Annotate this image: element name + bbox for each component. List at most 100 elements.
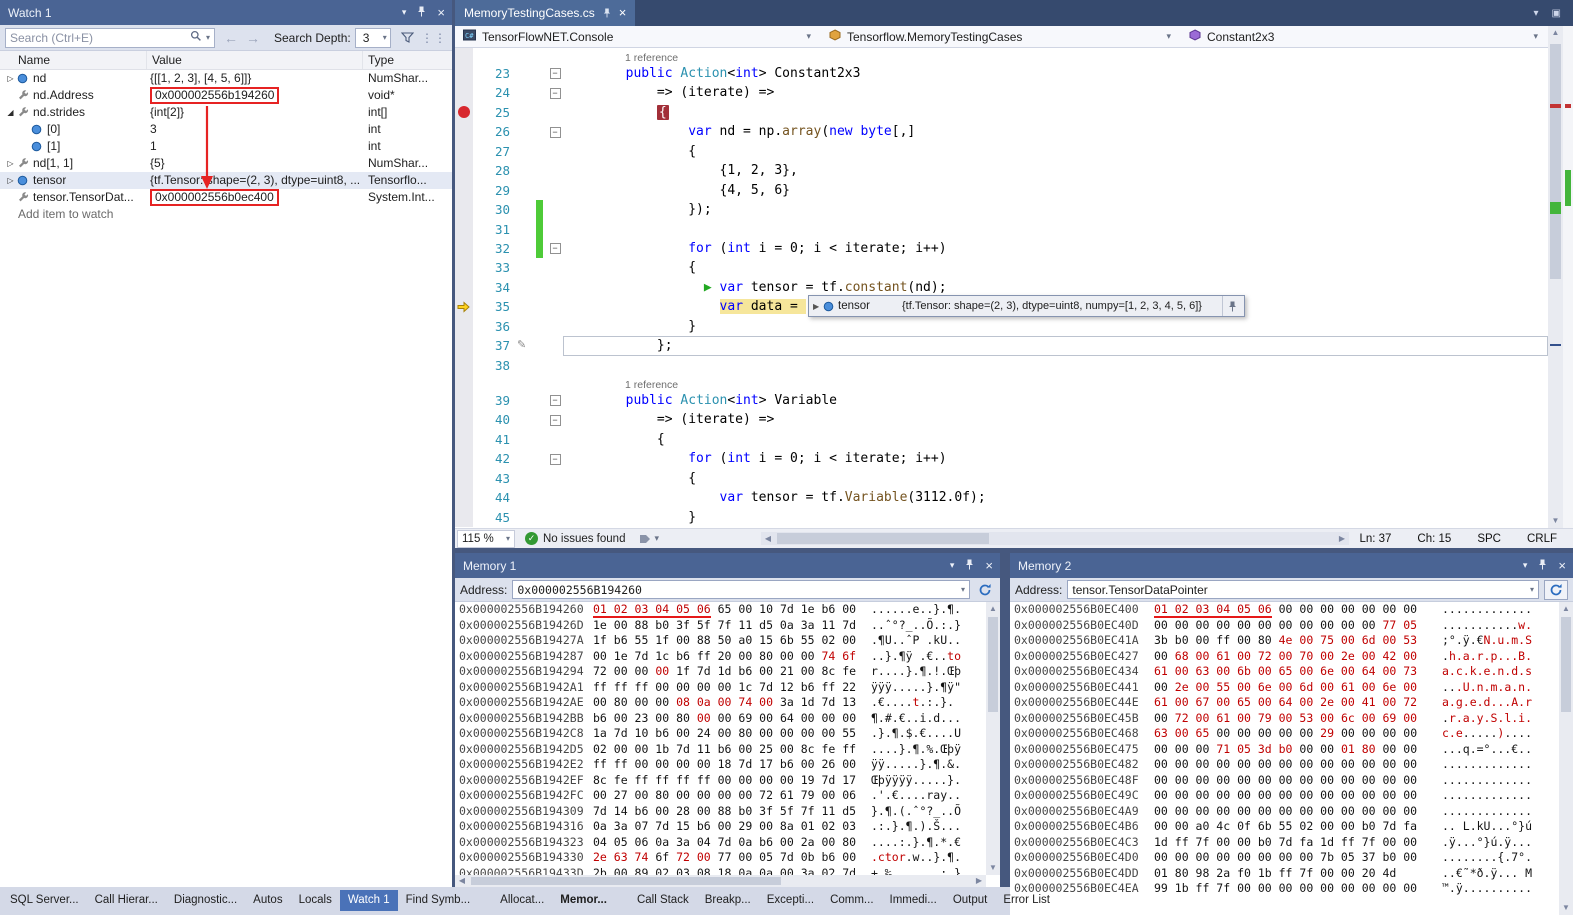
fold-collapse-button[interactable]: −: [550, 243, 561, 254]
breakpoint-margin[interactable]: [455, 356, 473, 375]
taskbar-tab[interactable]: Memor...: [552, 890, 615, 911]
watch-value-cell[interactable]: 0x000002556b0ec400: [147, 189, 363, 206]
breakpoint-margin[interactable]: [455, 430, 473, 449]
memory-row[interactable]: 0x000002556B0EC40001 02 03 04 05 06 00 0…: [1010, 602, 1559, 618]
scrollbar-thumb[interactable]: [777, 533, 989, 544]
scroll-left-icon[interactable]: ◀: [761, 534, 775, 543]
datatip-value[interactable]: {tf.Tensor: shape=(2, 3), dtype=uint8, n…: [902, 300, 1222, 312]
scroll-up-icon[interactable]: ▲: [1548, 26, 1563, 40]
memory-row[interactable]: 0x000002556B0EC44100 2e 00 55 00 6e 00 6…: [1010, 680, 1559, 696]
watch-row[interactable]: ▷nd{[[1, 2, 3], [4, 5, 6]]}NumShar...: [0, 70, 452, 87]
window-position-icon[interactable]: ▾: [1523, 560, 1528, 571]
watch-value-cell[interactable]: {int[2]}: [147, 104, 363, 121]
memory-row[interactable]: 0x000002556B1942D502 00 00 1b 7d 11 b6 0…: [455, 742, 986, 758]
breakpoint-margin[interactable]: [455, 258, 473, 277]
watch-window-titlebar[interactable]: Watch 1 ▾ ×: [0, 0, 452, 25]
fold-collapse-button[interactable]: −: [550, 127, 561, 138]
filter-icon[interactable]: [401, 32, 414, 44]
code-line[interactable]: 45 }: [455, 508, 1548, 527]
pin-icon[interactable]: [1538, 559, 1547, 573]
code-line[interactable]: 24− => (iterate) =>: [455, 83, 1548, 102]
pin-icon[interactable]: [1222, 296, 1242, 316]
memory-row[interactable]: 0x000002556B0EC43461 00 63 00 6b 00 65 0…: [1010, 664, 1559, 680]
taskbar-tab[interactable]: Error List: [995, 890, 1058, 911]
scroll-right-icon[interactable]: ▶: [1335, 534, 1349, 543]
watch-search-box[interactable]: ▾: [5, 28, 215, 48]
datatip-popup[interactable]: ▶ tensor {tf.Tensor: shape=(2, 3), dtype…: [808, 295, 1245, 317]
taskbar-tab[interactable]: Allocat...: [492, 890, 552, 911]
tag-icon[interactable]: ▾: [639, 533, 659, 544]
code-line[interactable]: 23− public Action<int> Constant2x3: [455, 64, 1548, 83]
watch-value-cell[interactable]: 1: [147, 138, 363, 155]
chevron-down-icon[interactable]: ▾: [1534, 8, 1539, 19]
breakpoint-icon[interactable]: [458, 106, 470, 118]
window-position-icon[interactable]: ▾: [402, 7, 407, 18]
scroll-up-icon[interactable]: ▲: [986, 602, 1000, 616]
nav-dropdown-class[interactable]: Tensorflow.MemoryTestingCases▾: [821, 26, 1181, 47]
memory-row[interactable]: 0x000002556B0EC48F00 00 00 00 00 00 00 0…: [1010, 773, 1559, 789]
memory2-titlebar[interactable]: Memory 2 ▾ ×: [1010, 553, 1573, 578]
memory2-vertical-scrollbar[interactable]: ▲ ▼: [1559, 602, 1573, 915]
close-icon[interactable]: ×: [437, 8, 445, 18]
close-icon[interactable]: ×: [619, 8, 627, 18]
memory-row[interactable]: 0x000002556B1942E2ff ff 00 00 00 00 18 7…: [455, 757, 986, 773]
memory-row[interactable]: 0x000002556B0EC4EA99 1b ff 7f 00 00 00 0…: [1010, 881, 1559, 897]
memory-row[interactable]: 0x000002556B0EC4A900 00 00 00 00 00 00 0…: [1010, 804, 1559, 820]
watch-row[interactable]: ▷nd[1, 1]{5}NumShar...: [0, 155, 452, 172]
code-line[interactable]: 27 {: [455, 142, 1548, 161]
memory-row[interactable]: 0x000002556B19433D2b 00 89 02 03 08 18 0…: [455, 866, 986, 876]
taskbar-tab[interactable]: Locals: [291, 890, 340, 911]
memory1-titlebar[interactable]: Memory 1 ▾ ×: [455, 553, 1000, 578]
taskbar-tab[interactable]: Find Symb...: [398, 890, 479, 911]
memory-row[interactable]: 0x000002556B0EC44E61 00 67 00 65 00 64 0…: [1010, 695, 1559, 711]
search-prev-icon[interactable]: ←: [224, 30, 238, 46]
memory-row[interactable]: 0x000002556B19428700 1e 7d 1c b6 ff 20 0…: [455, 649, 986, 665]
column-header-name[interactable]: Name: [0, 51, 147, 69]
scroll-down-icon[interactable]: ▼: [1548, 514, 1563, 528]
code-line[interactable]: 26− var nd = np.array(new byte[,]: [455, 122, 1548, 141]
taskbar-tab[interactable]: SQL Server...: [2, 890, 87, 911]
memory1-address-input[interactable]: 0x000002556B194260 ▾: [512, 580, 970, 599]
breakpoint-margin[interactable]: [455, 469, 473, 488]
memory-row[interactable]: 0x000002556B1942EF8c fe ff ff ff ff 00 0…: [455, 773, 986, 789]
taskbar-tab[interactable]: Breakp...: [697, 890, 759, 911]
pin-icon[interactable]: [417, 6, 426, 20]
search-icon[interactable]: [190, 30, 202, 45]
search-next-icon[interactable]: →: [246, 30, 260, 46]
pin-icon[interactable]: [965, 559, 974, 573]
code-line[interactable]: 38: [455, 356, 1548, 375]
code-line[interactable]: 43 {: [455, 469, 1548, 488]
watch-value-cell[interactable]: {5}: [147, 155, 363, 172]
memory-row[interactable]: 0x000002556B0EC46863 00 65 00 00 00 00 0…: [1010, 726, 1559, 742]
memory-row[interactable]: 0x000002556B1942FC00 27 00 80 00 00 00 0…: [455, 788, 986, 804]
memory2-rows[interactable]: 0x000002556B0EC40001 02 03 04 05 06 00 0…: [1010, 602, 1559, 915]
watch-value-cell[interactable]: 0x000002556b194260: [147, 87, 363, 104]
memory-row[interactable]: 0x000002556B0EC41A3b b0 00 ff 00 80 4e 0…: [1010, 633, 1559, 649]
watch-value-cell[interactable]: 3: [147, 121, 363, 138]
code-line[interactable]: 40− => (iterate) =>: [455, 410, 1548, 429]
nav-dropdown-project[interactable]: C#TensorFlowNET.Console▾: [455, 26, 821, 47]
scroll-up-icon[interactable]: ▲: [1559, 602, 1573, 616]
breakpoint-margin[interactable]: [455, 64, 473, 83]
breakpoint-margin[interactable]: [455, 122, 473, 141]
memory-row[interactable]: 0x000002556B19432304 05 06 0a 3a 04 7d 0…: [455, 835, 986, 851]
memory-row[interactable]: 0x000002556B1942C81a 7d 10 b6 00 24 00 8…: [455, 726, 986, 742]
breakpoint-margin[interactable]: [455, 239, 473, 258]
search-depth-select[interactable]: 3 ▾: [355, 28, 391, 48]
memory-row[interactable]: 0x000002556B19426001 02 03 04 05 06 65 0…: [455, 602, 986, 618]
chevron-down-icon[interactable]: ▾: [206, 33, 210, 42]
search-input[interactable]: [10, 31, 186, 45]
memory-row[interactable]: 0x000002556B1942BBb6 00 23 00 80 00 00 6…: [455, 711, 986, 727]
close-icon[interactable]: ×: [985, 561, 993, 571]
memory1-horizontal-scrollbar[interactable]: ◀ ▶: [455, 875, 986, 887]
breakpoint-margin[interactable]: [455, 297, 473, 316]
memory-row[interactable]: 0x000002556B1943160a 3a 07 7d 15 b6 00 2…: [455, 819, 986, 835]
memory-row[interactable]: 0x000002556B19427A1f b6 55 1f 00 88 50 a…: [455, 633, 986, 649]
code-editor[interactable]: 1 reference23− public Action<int> Consta…: [455, 48, 1548, 528]
window-position-icon[interactable]: ▾: [950, 560, 955, 571]
breakpoint-margin[interactable]: [455, 220, 473, 239]
breakpoint-margin[interactable]: [455, 410, 473, 429]
memory-row[interactable]: 0x000002556B0EC4B600 00 a0 4c 0f 6b 55 0…: [1010, 819, 1559, 835]
refresh-icon[interactable]: [975, 583, 995, 597]
watch-row[interactable]: nd.Address0x000002556b194260void*: [0, 87, 452, 104]
